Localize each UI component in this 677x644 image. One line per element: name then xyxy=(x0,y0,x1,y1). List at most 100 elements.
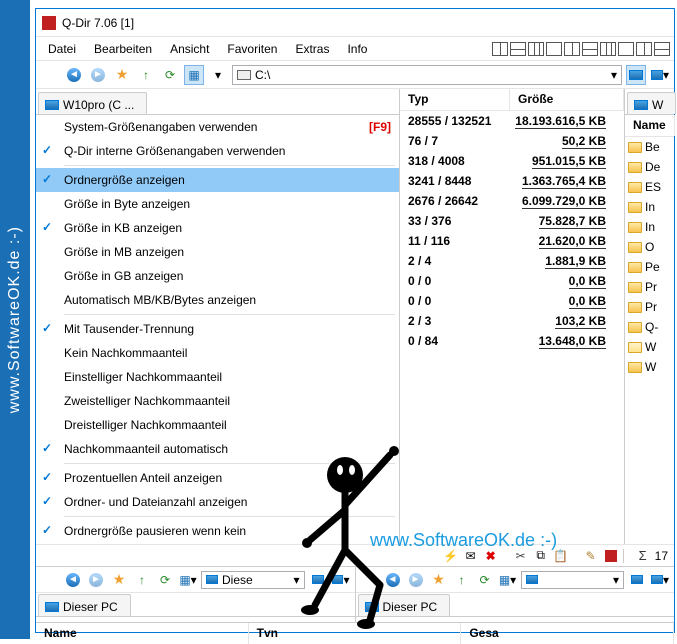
ctx-item-12[interactable]: Einstelliger Nachkommaanteil xyxy=(36,365,399,389)
data-row[interactable]: 0 / 8413.648,0 KB xyxy=(400,331,624,351)
tab-pane3[interactable]: W xyxy=(627,92,676,114)
ctx-item-label: Automatisch MB/KB/Bytes anzeigen xyxy=(64,293,256,307)
back-button[interactable]: ◄ xyxy=(64,65,84,85)
folder-item[interactable]: Pr xyxy=(625,277,674,297)
layout-4b-icon[interactable] xyxy=(582,42,598,56)
bp2-view-button[interactable]: ▦▾ xyxy=(498,570,518,590)
ctx-item-11[interactable]: Kein Nachkommaanteil xyxy=(36,341,399,365)
layout-2row-icon[interactable] xyxy=(510,42,526,56)
ctx-item-label: Größe in GB anzeigen xyxy=(64,269,183,283)
layout-4d-icon[interactable] xyxy=(618,42,634,56)
col-header-typ[interactable]: Typ xyxy=(400,89,510,110)
bp-up-button[interactable]: ↑ xyxy=(132,570,152,590)
layout-4c-icon[interactable] xyxy=(600,42,616,56)
ctx-item-0[interactable]: System-Größenangaben verwenden[F9] xyxy=(36,115,399,139)
refresh-button[interactable]: ⟳ xyxy=(160,65,180,85)
layout-3col-icon[interactable] xyxy=(528,42,544,56)
ctx-item-8[interactable]: Automatisch MB/KB/Bytes anzeigen xyxy=(36,288,399,312)
view-dropdown-button[interactable]: ▾ xyxy=(208,65,228,85)
layout-2col-icon[interactable] xyxy=(492,42,508,56)
forward-button[interactable]: ► xyxy=(88,65,108,85)
up-button[interactable]: ↑ xyxy=(136,65,156,85)
bp-tab-label: Dieser PC xyxy=(63,600,118,614)
data-row[interactable]: 11 / 11621.620,0 KB xyxy=(400,231,624,251)
folder-item[interactable]: ES xyxy=(625,177,674,197)
folder-icon xyxy=(628,222,642,233)
ctx-item-5[interactable]: Größe in KB anzeigen xyxy=(36,216,399,240)
folder-item[interactable]: In xyxy=(625,197,674,217)
ctx-item-7[interactable]: Größe in GB anzeigen xyxy=(36,264,399,288)
ctx-item-10[interactable]: Mit Tausender-Trennung xyxy=(36,317,399,341)
data-row[interactable]: 28555 / 13252118.193.616,5 KB xyxy=(400,111,624,131)
data-rows: 28555 / 13252118.193.616,5 KB76 / 750,2 … xyxy=(400,111,624,544)
data-row[interactable]: 2 / 3103,2 KB xyxy=(400,311,624,331)
folder-item[interactable]: Be xyxy=(625,137,674,157)
col-header-groesse[interactable]: Größe xyxy=(510,89,624,110)
bp-refresh-button[interactable]: ⟳ xyxy=(155,570,175,590)
main-toolbar: ◄ ► ★ ↑ ⟳ ▦ ▾ C:\ ▾ ▾ xyxy=(36,61,674,89)
bp-address-bar[interactable]: Diese ▾ xyxy=(201,571,305,589)
ctx-item-6[interactable]: Größe in MB anzeigen xyxy=(36,240,399,264)
folder-item[interactable]: W xyxy=(625,337,674,357)
bp-forward-button[interactable]: ► xyxy=(86,570,106,590)
ctx-item-1[interactable]: Q-Dir interne Größenangaben verwenden xyxy=(36,139,399,163)
layout-1-icon[interactable] xyxy=(546,42,562,56)
layout-4f-icon[interactable] xyxy=(654,42,670,56)
ctx-item-3[interactable]: Ordnergröße anzeigen xyxy=(36,168,399,192)
bp2-address-bar[interactable]: ▾ xyxy=(521,571,625,589)
cell-typ: 3241 / 8448 xyxy=(400,174,510,188)
folder-item[interactable]: Pr xyxy=(625,297,674,317)
data-row[interactable]: 0 / 00,0 KB xyxy=(400,291,624,311)
data-row[interactable]: 2676 / 266426.099.729,0 KB xyxy=(400,191,624,211)
bcol-gesa[interactable]: Gesa xyxy=(461,623,674,644)
bp-tab-dieserpc[interactable]: Dieser PC xyxy=(38,594,131,616)
folder-item[interactable]: In xyxy=(625,217,674,237)
menu-extras[interactable]: Extras xyxy=(287,40,337,58)
menu-info[interactable]: Info xyxy=(339,40,375,58)
titlebar[interactable]: Q-Dir 7.06 [1] xyxy=(36,9,674,37)
layout-4e-icon[interactable] xyxy=(636,42,652,56)
edit-icon[interactable]: ✎ xyxy=(583,549,599,563)
data-row[interactable]: 33 / 37675.828,7 KB xyxy=(400,211,624,231)
folder-item[interactable]: O xyxy=(625,237,674,257)
bp2-mon1-button[interactable] xyxy=(627,570,647,590)
data-row[interactable]: 3241 / 84481.363.765,4 KB xyxy=(400,171,624,191)
bp2-up-button[interactable]: ↑ xyxy=(452,570,472,590)
ctx-item-4[interactable]: Größe in Byte anzeigen xyxy=(36,192,399,216)
menu-favoriten[interactable]: Favoriten xyxy=(219,40,285,58)
qdir-icon[interactable] xyxy=(603,549,619,563)
menu-datei[interactable]: Datei xyxy=(40,40,84,58)
folder-icon xyxy=(628,162,642,173)
bp2-refresh-button[interactable]: ⟳ xyxy=(475,570,495,590)
bp2-mon2-button[interactable]: ▾ xyxy=(650,570,670,590)
bp-fav-button[interactable]: ★ xyxy=(109,570,129,590)
folder-item[interactable]: W xyxy=(625,357,674,377)
monitor2-button[interactable]: ▾ xyxy=(650,65,670,85)
pane3-col-name[interactable]: Name xyxy=(625,115,675,136)
data-row[interactable]: 2 / 41.881,9 KB xyxy=(400,251,624,271)
ctx-item-14[interactable]: Dreistelliger Nachkommaanteil xyxy=(36,413,399,437)
monitor1-button[interactable] xyxy=(626,65,646,85)
cell-typ: 33 / 376 xyxy=(400,214,510,228)
folder-item[interactable]: De xyxy=(625,157,674,177)
favorites-button[interactable]: ★ xyxy=(112,65,132,85)
data-row[interactable]: 0 / 00,0 KB xyxy=(400,271,624,291)
bp2-fav-button[interactable]: ★ xyxy=(429,570,449,590)
ctx-item-13[interactable]: Zweistelliger Nachkommaanteil xyxy=(36,389,399,413)
bp-back-button[interactable]: ◄ xyxy=(63,570,83,590)
layout-4a-icon[interactable] xyxy=(564,42,580,56)
bp-view-button[interactable]: ▦▾ xyxy=(178,570,198,590)
view-grid-button[interactable]: ▦ xyxy=(184,65,204,85)
toolbar-layout-btn[interactable] xyxy=(40,65,60,85)
data-row[interactable]: 76 / 750,2 KB xyxy=(400,131,624,151)
folder-item[interactable]: Q- xyxy=(625,317,674,337)
bp-layout-icon[interactable] xyxy=(40,570,60,590)
sum-icon[interactable]: Σ xyxy=(635,549,651,563)
tab-w10pro[interactable]: W10pro (C ... xyxy=(38,92,147,114)
address-bar[interactable]: C:\ ▾ xyxy=(232,65,622,85)
data-row[interactable]: 318 / 4008951.015,5 KB xyxy=(400,151,624,171)
menu-bearbeiten[interactable]: Bearbeiten xyxy=(86,40,160,58)
bcol-name[interactable]: Name xyxy=(36,623,249,644)
menu-ansicht[interactable]: Ansicht xyxy=(162,40,217,58)
folder-item[interactable]: Pe xyxy=(625,257,674,277)
